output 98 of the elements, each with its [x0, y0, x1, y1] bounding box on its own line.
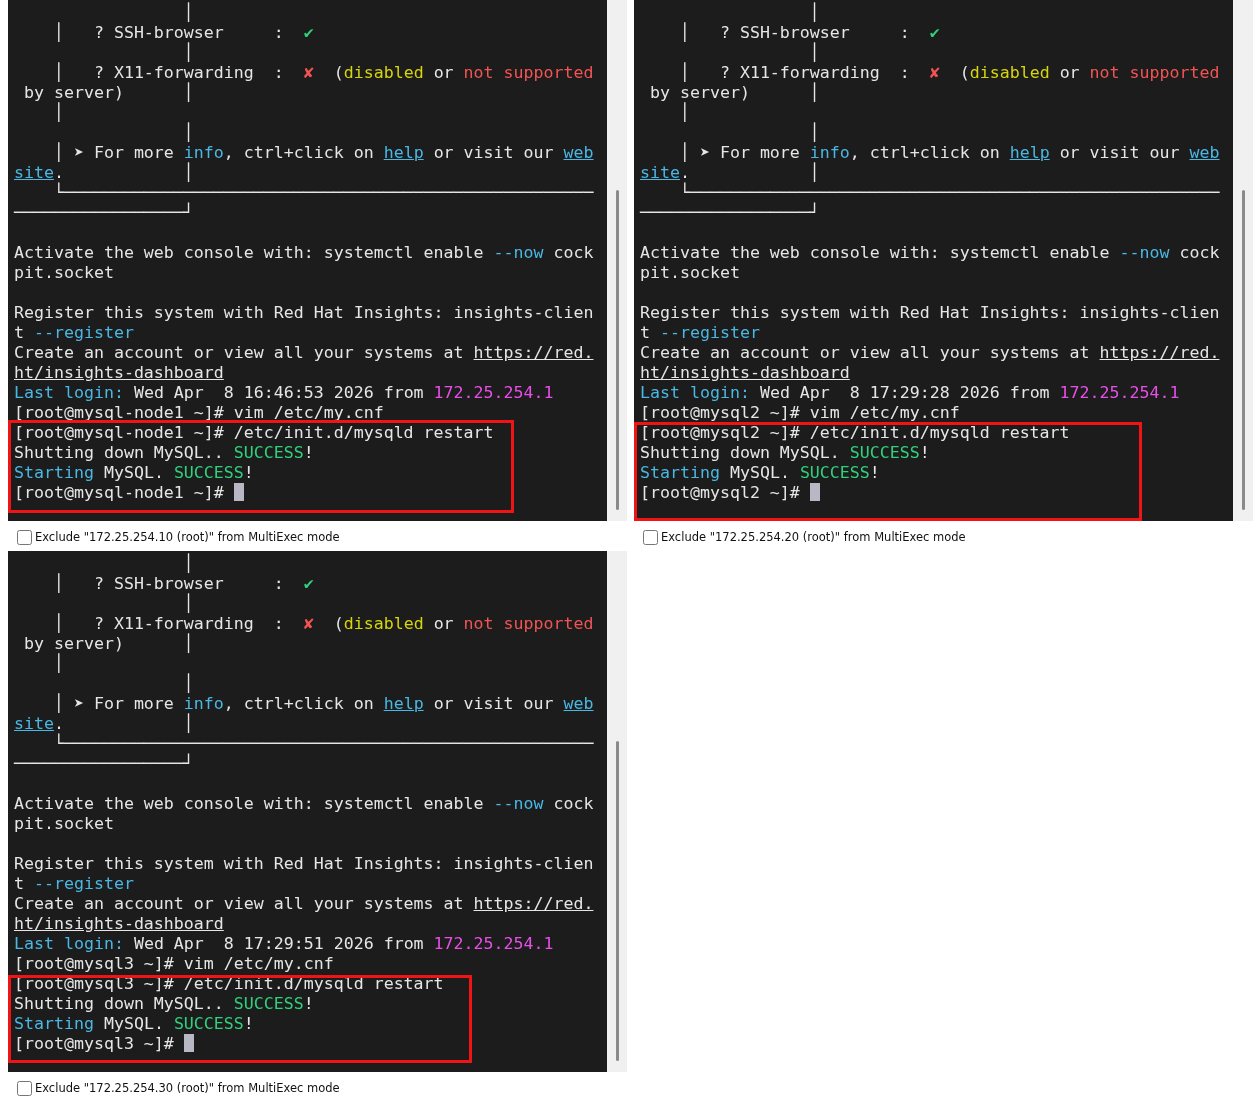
url-link[interactable]: ht/insights-dashboard — [14, 914, 224, 933]
link[interactable]: web — [1189, 143, 1220, 162]
terminal-line: └───────────────────────────────────────────────────── — [678, 183, 1221, 202]
terminal-line: Register this system with Red Hat Insights: insights-clien — [640, 303, 1221, 323]
terminal-line: │ — [182, 3, 195, 23]
terminal-line: [root@mysql-node1 ~]# vim /etc/my.cnf — [14, 403, 385, 423]
terminal-line: [root@mysql-node1 ~]# — [14, 483, 607, 503]
terminal-line: Starting MySQL. SUCCESS! — [640, 463, 881, 483]
exclude-checkbox[interactable] — [17, 529, 32, 545]
terminal-line: │ ? X11-forwarding : ✘ (disabled or not supported — [678, 63, 1221, 83]
link[interactable]: site — [640, 163, 680, 182]
terminal-line: Shutting down MySQL.. SUCCESS! — [14, 443, 315, 463]
terminal-line: │ — [182, 674, 195, 694]
terminal-line: Activate the web console with: systemctl enable --now cock — [14, 794, 595, 814]
checkbox-label[interactable]: Exclude "172.25.254.30 (root)" from MultiExec mode — [35, 1081, 340, 1095]
text-cursor — [809, 483, 820, 501]
link[interactable]: site — [14, 714, 54, 733]
terminal-line: site. │ — [14, 163, 195, 182]
checkbox-label[interactable]: Exclude "172.25.254.10 (root)" from MultiExec mode — [35, 530, 340, 544]
terminal-line: │ ➤ For more info, ctrl+click on help or visit our web — [678, 143, 1221, 162]
terminal-line: │ — [182, 554, 195, 574]
terminal-line: │ ➤ For more info, ctrl+click on help or visit our web — [52, 694, 595, 713]
url-link[interactable]: https://red. — [473, 894, 594, 913]
terminal-line: by server) │ — [23, 634, 194, 653]
link[interactable]: help — [383, 143, 424, 162]
terminal-line: │ — [808, 3, 821, 23]
terminal-line: │ — [808, 43, 821, 63]
terminal-line: [root@mysql2 ~]# — [640, 483, 1233, 503]
checkbox-label[interactable]: Exclude "172.25.254.20 (root)" from MultiExec mode — [661, 530, 966, 544]
terminal-line: [root@mysql3 ~]# — [14, 1034, 607, 1054]
terminal-line: │ ? X11-forwarding : ✘ (disabled or not supported — [52, 614, 595, 634]
terminal-line: ─────────────────┘ — [14, 203, 195, 223]
terminal-line: Create an account or view all your systems at https://red. — [640, 343, 1221, 363]
terminal-line: Create an account or view all your systems at https://red. — [14, 894, 595, 914]
url-link[interactable]: ht/insights-dashboard — [640, 363, 850, 382]
terminal-line: └───────────────────────────────────────────────────── — [52, 183, 595, 202]
terminal-line: └───────────────────────────────────────────────────── — [52, 734, 595, 753]
terminal-line: Shutting down MySQL.. SUCCESS! — [14, 994, 315, 1014]
terminal-line: Activate the web console with: systemctl enable --now cock — [14, 243, 595, 263]
terminal-line: by server) │ — [23, 83, 194, 102]
scrollbar-thumb[interactable] — [615, 741, 619, 1061]
terminal-line: Activate the web console with: systemctl enable --now cock — [640, 243, 1221, 263]
terminal-line: Create an account or view all your systems at https://red. — [14, 343, 595, 363]
terminal-line: pit.socket — [14, 814, 115, 834]
terminal-line: Register this system with Red Hat Insights: insights-clien — [14, 854, 595, 874]
terminal-line: [root@mysql-node1 ~]# /etc/init.d/mysqld restart — [14, 423, 495, 443]
link[interactable]: web — [563, 694, 594, 713]
url-link[interactable]: ht/insights-dashboard — [14, 363, 224, 382]
terminal-line: Last login: Wed Apr 8 17:29:28 2026 from 172.25.254.1 — [640, 383, 1181, 403]
terminal-line: [root@mysql3 ~]# vim /etc/my.cnf — [14, 954, 335, 974]
terminal-line: │ ? X11-forwarding : ✘ (disabled or not supported — [52, 63, 595, 83]
terminal-panel[interactable] — [8, 0, 607, 521]
terminal-panel[interactable] — [634, 0, 1233, 521]
terminal-line: t --register — [14, 874, 135, 894]
terminal-line: t --register — [14, 323, 135, 343]
terminal-line: │ ➤ For more info, ctrl+click on help or visit our web — [52, 143, 595, 162]
scrollbar-thumb[interactable] — [615, 190, 619, 510]
terminal-line: Last login: Wed Apr 8 16:46:53 2026 from 172.25.254.1 — [14, 383, 555, 403]
terminal-line: │ — [52, 103, 65, 123]
terminal-line: │ ? SSH-browser : ✔ — [52, 23, 315, 42]
link[interactable]: web — [563, 143, 594, 162]
url-link[interactable]: https://red. — [1099, 343, 1220, 362]
terminal-line: │ ? SSH-browser : ✔ — [678, 23, 941, 42]
terminal-line: site. │ — [14, 714, 195, 733]
terminal-line: t --register — [640, 323, 761, 343]
link[interactable]: help — [1009, 143, 1050, 162]
link[interactable]: site — [14, 163, 54, 182]
url-link[interactable]: https://red. — [473, 343, 594, 362]
terminal-line: [root@mysql2 ~]# /etc/init.d/mysqld restart — [640, 423, 1071, 443]
terminal-line: pit.socket — [640, 263, 741, 283]
terminal-line: │ — [52, 654, 65, 674]
terminal-line: Shutting down MySQL. SUCCESS! — [640, 443, 931, 463]
terminal-line: Starting MySQL. SUCCESS! — [14, 1014, 255, 1034]
terminal-line: │ — [182, 123, 195, 143]
terminal-line: ─────────────────┘ — [640, 203, 821, 223]
terminal-line: │ — [678, 103, 691, 123]
scrollbar[interactable] — [607, 0, 627, 521]
terminal-line: │ — [182, 594, 195, 614]
link[interactable]: help — [383, 694, 424, 713]
terminal-line: │ — [182, 43, 195, 63]
scrollbar[interactable] — [607, 551, 627, 1072]
terminal-line: Last login: Wed Apr 8 17:29:51 2026 from 172.25.254.1 — [14, 934, 555, 954]
text-cursor — [183, 1034, 194, 1052]
terminal-line: [root@mysql2 ~]# vim /etc/my.cnf — [640, 403, 961, 423]
terminal-line: ─────────────────┘ — [14, 754, 195, 774]
terminal-line: by server) │ — [649, 83, 820, 102]
terminal-line: │ — [808, 123, 821, 143]
scrollbar[interactable] — [1233, 0, 1253, 521]
terminal-line: site. │ — [640, 163, 821, 182]
terminal-line: │ ? SSH-browser : ✔ — [52, 574, 315, 593]
scrollbar-thumb[interactable] — [1241, 190, 1245, 510]
text-cursor — [233, 483, 244, 501]
terminal-line: Starting MySQL. SUCCESS! — [14, 463, 255, 483]
terminal-panel[interactable] — [8, 551, 607, 1072]
terminal-line: Register this system with Red Hat Insights: insights-clien — [14, 303, 595, 323]
terminal-line: pit.socket — [14, 263, 115, 283]
exclude-checkbox[interactable] — [643, 529, 658, 545]
exclude-checkbox[interactable] — [17, 1080, 32, 1096]
